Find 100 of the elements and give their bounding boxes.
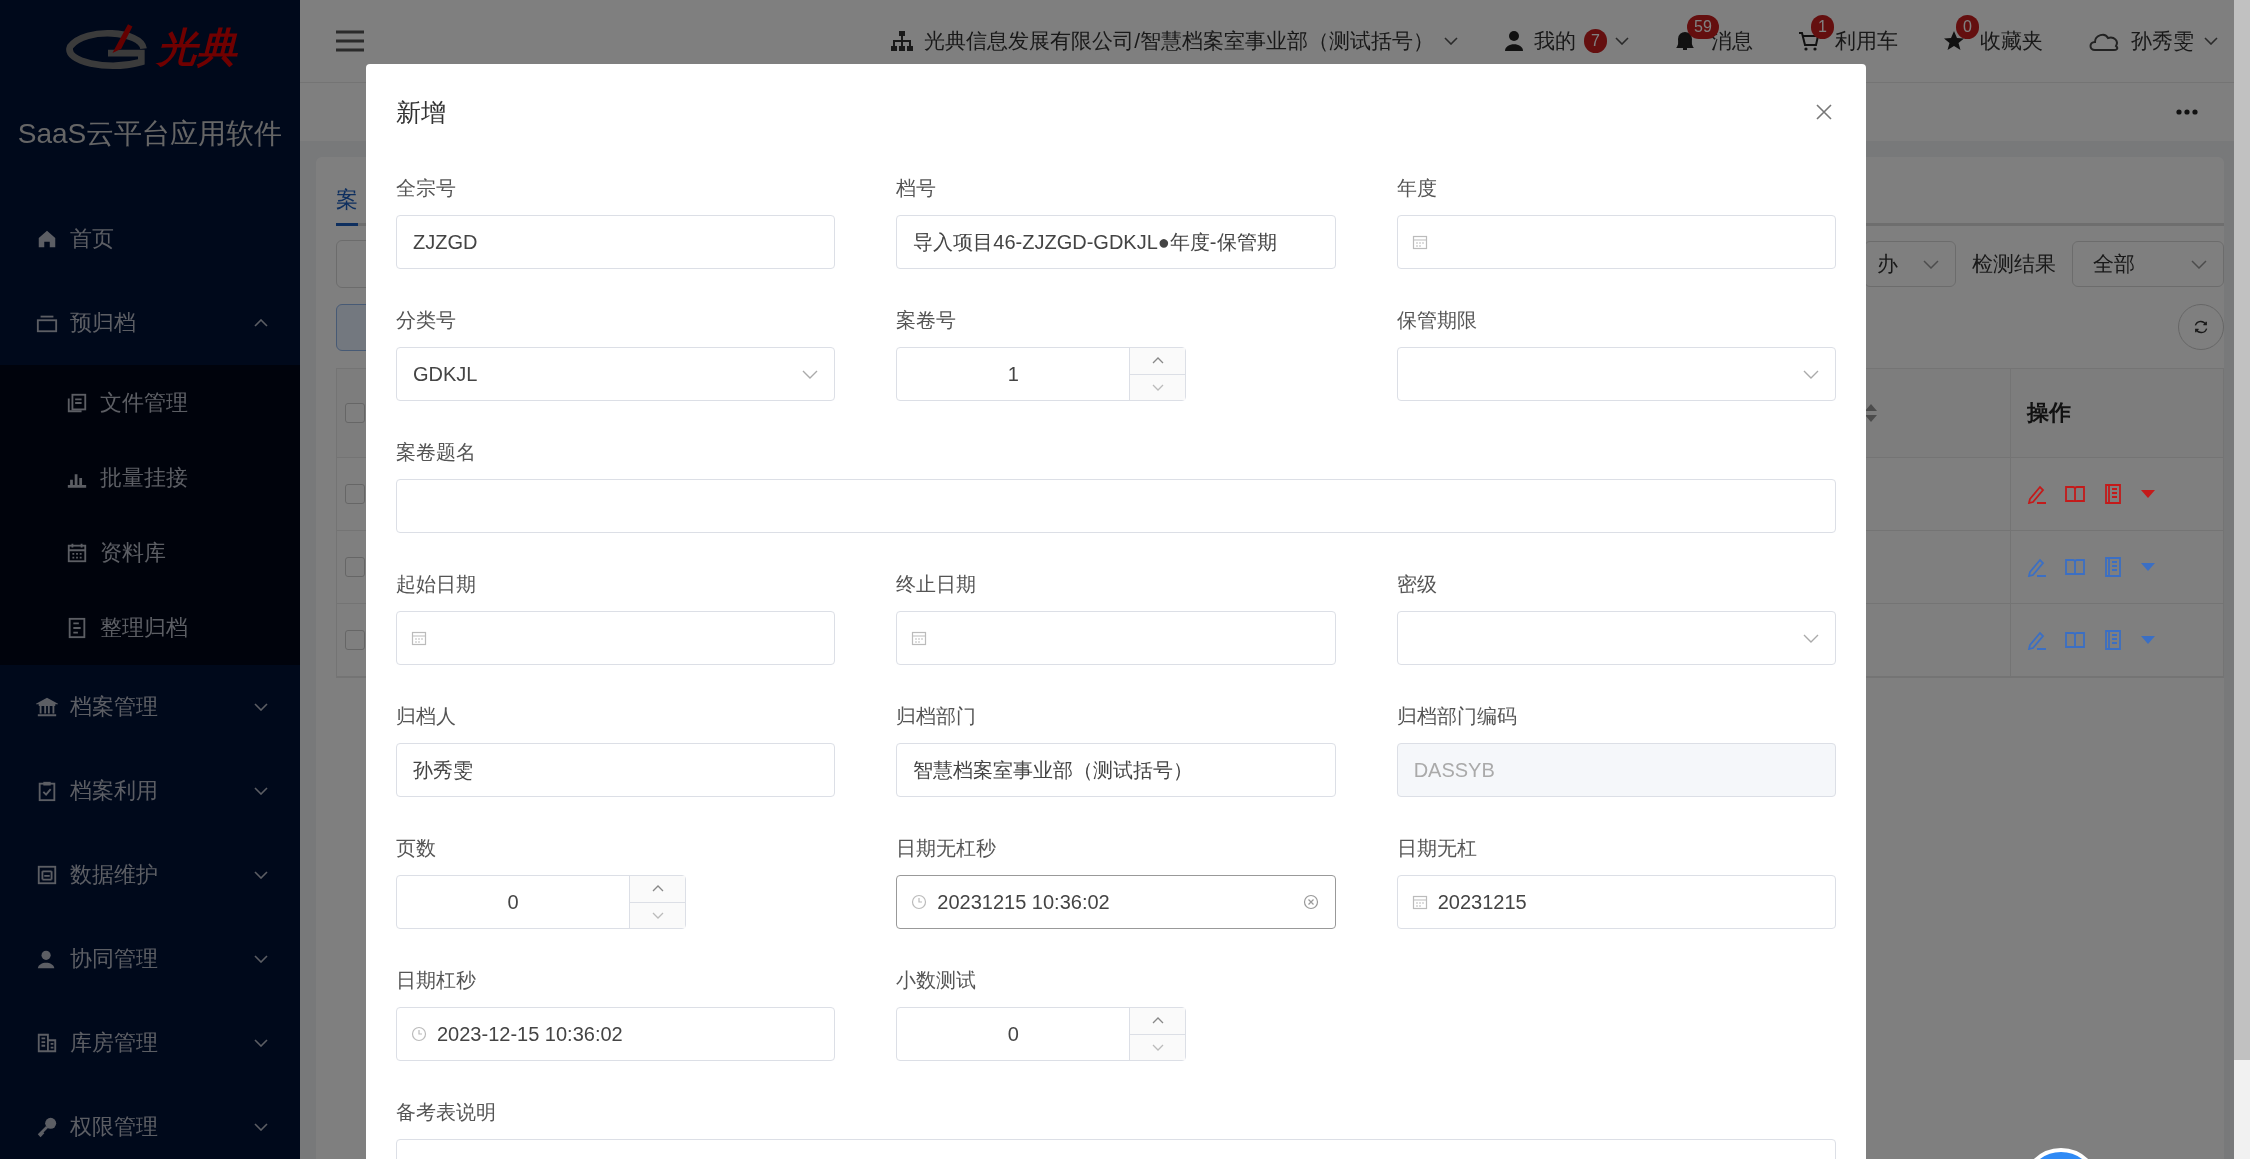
count-badge: 0 (1956, 15, 1979, 39)
chevron-icon (1803, 369, 1819, 379)
field-label: 页数 (396, 836, 437, 861)
field-label: 案卷号 (896, 308, 958, 333)
tab[interactable]: 案 (336, 177, 358, 226)
field-label: 档号 (896, 176, 938, 201)
close-icon[interactable] (1816, 104, 1832, 120)
menu-item[interactable]: 库房管理 (0, 1001, 300, 1085)
result-select[interactable]: 全部 (2072, 241, 2224, 287)
field-label: 日期杠秒 (396, 968, 477, 993)
select-field[interactable] (1396, 347, 1836, 401)
chevron-icon (1803, 633, 1819, 643)
list-icon[interactable] (2103, 557, 2123, 577)
submenu-item[interactable]: 资料库 (0, 515, 300, 590)
input-field[interactable]: 孙秀雯 (396, 743, 836, 797)
document-icon (66, 616, 88, 639)
dialog-title: 新增 (396, 96, 446, 128)
select-field[interactable]: GDKJL (396, 347, 836, 401)
book-icon[interactable] (2065, 557, 2085, 577)
clear-icon[interactable] (1302, 894, 1319, 910)
checkbox[interactable] (345, 630, 365, 650)
caret-icon[interactable] (2141, 490, 2155, 498)
chevron-up-icon (1151, 1017, 1164, 1025)
menu-item[interactable]: 协同管理 (0, 917, 300, 1001)
checkbox[interactable] (345, 403, 365, 423)
input-field[interactable]: 智慧档案室事业部（测试括号） (896, 743, 1336, 797)
toolbar-link[interactable]: 1 利用车 (1797, 11, 1898, 71)
text-area[interactable] (396, 479, 1836, 533)
number-field[interactable]: 0 (896, 1007, 1187, 1061)
sort-icon[interactable] (1864, 403, 1878, 423)
pencil-icon[interactable] (2027, 484, 2047, 504)
date-field[interactable]: 20231215 10:36:02 (896, 875, 1336, 929)
input-field[interactable]: ZJZGD (396, 215, 836, 269)
field-label: 保管期限 (1396, 308, 1478, 333)
date-field[interactable] (396, 611, 836, 665)
count-badge: 7 (1584, 29, 1607, 53)
submenu-item[interactable]: 文件管理 (0, 365, 300, 440)
app-name: SaaS云平台应用软件 (16, 118, 284, 150)
clock-icon (911, 894, 928, 910)
field-label: 归档部门 (896, 704, 978, 729)
chevron-up-icon (651, 885, 664, 893)
field-label: 终止日期 (896, 572, 978, 597)
number-field[interactable]: 0 (396, 875, 686, 929)
field-label: 年度 (1396, 176, 1438, 201)
chevron-icon (1923, 259, 1939, 269)
book-icon[interactable] (2065, 630, 2085, 650)
bank-icon (36, 696, 58, 718)
clipboard-check-icon (36, 780, 58, 802)
list-icon[interactable] (2103, 484, 2123, 504)
menu-icon[interactable] (336, 30, 364, 52)
date-field[interactable]: 20231215 (1396, 875, 1836, 929)
refresh-button[interactable] (2178, 304, 2224, 350)
date-field[interactable] (896, 611, 1336, 665)
date-field[interactable]: 2023-12-15 10:36:02 (396, 1007, 836, 1061)
field-label: 归档部门编码 (1396, 704, 1518, 729)
pencil-icon[interactable] (2027, 557, 2047, 577)
book-icon[interactable] (2065, 484, 2085, 504)
menu-item[interactable]: 权限管理 (0, 1085, 300, 1159)
select-field[interactable] (1396, 611, 1836, 665)
field-label: 归档人 (396, 704, 457, 729)
cart-icon (1797, 29, 1821, 53)
number-field[interactable]: 1 (896, 347, 1187, 401)
chevron-icon (254, 787, 268, 795)
menu-item[interactable]: 首页 (0, 197, 300, 281)
input-field[interactable]: 导入项目46-ZJZGD-GDKJL●年度-保管期 (896, 215, 1336, 269)
scrollbar[interactable] (2234, 0, 2250, 1159)
chevron-down-icon (651, 911, 664, 919)
count-badge: 1 (1811, 15, 1834, 39)
organization-switcher[interactable]: 光典信息发展有限公司/智慧档案室事业部（测试括号） (890, 27, 1459, 55)
menu-item[interactable]: 预归档 (0, 281, 300, 365)
caret-icon[interactable] (2141, 636, 2155, 644)
submenu-item[interactable]: 批量挂接 (0, 440, 300, 515)
toolbar-link[interactable]: 我的 7 (1502, 11, 1629, 71)
checkbox[interactable] (345, 484, 365, 504)
submenu-item[interactable]: 整理归档 (0, 590, 300, 665)
caret-icon[interactable] (2141, 563, 2155, 571)
field-label: 分类号 (396, 308, 457, 333)
chevron-down-icon (1151, 1043, 1164, 1051)
chevron-icon (1615, 37, 1629, 45)
pencil-icon[interactable] (2027, 630, 2047, 650)
column-header: 操作 (2027, 399, 2071, 427)
menu-item[interactable]: 数据维护 (0, 833, 300, 917)
logo-text: 光典 (157, 24, 237, 71)
more-icon[interactable] (2176, 109, 2198, 115)
field-label: 全宗号 (396, 176, 457, 201)
bell-icon (1673, 29, 1697, 53)
menu-item[interactable]: 档案利用 (0, 749, 300, 833)
list-icon[interactable] (2103, 630, 2123, 650)
user-menu[interactable]: 孙秀雯 (2087, 27, 2218, 55)
chevron-up-icon (1151, 357, 1164, 365)
field-label: 日期无杠秒 (896, 836, 998, 861)
chevron-icon (2191, 259, 2207, 269)
copy-icon (66, 391, 88, 414)
date-field[interactable] (1396, 215, 1836, 269)
checkbox[interactable] (345, 557, 365, 577)
field-label: 日期无杠 (1396, 836, 1478, 861)
chevron-down-icon (1151, 383, 1164, 391)
toolbar-link[interactable]: 0 收藏夹 (1942, 11, 2043, 71)
menu-item[interactable]: 档案管理 (0, 665, 300, 749)
chevron-icon (254, 1123, 268, 1131)
